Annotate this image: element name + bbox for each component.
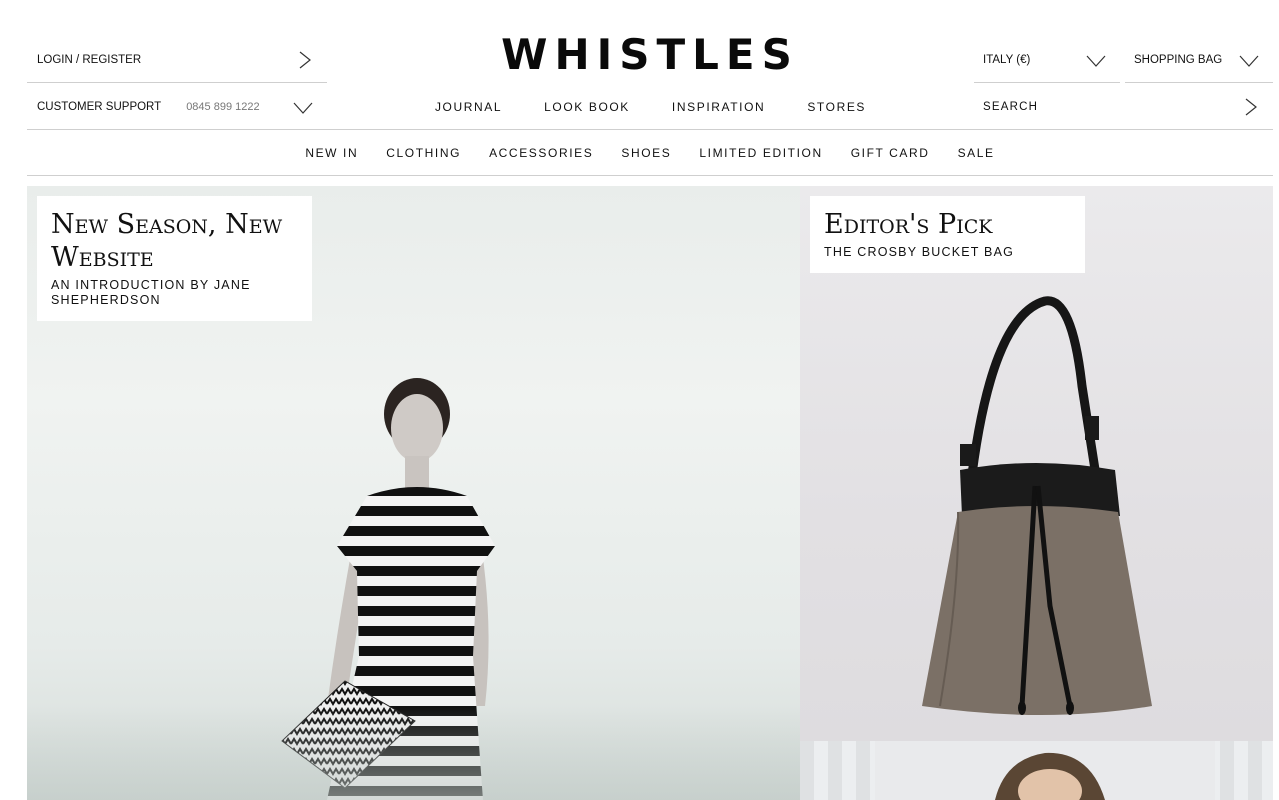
editors-pick-title: Editor's Pick — [824, 209, 993, 240]
nav-journal[interactable]: JOURNAL — [435, 100, 502, 114]
secondary-nav: JOURNAL LOOK BOOK INSPIRATION STORES — [327, 84, 974, 130]
new-season-card[interactable]: New Season, New Website AN INTRODUCTION … — [37, 196, 312, 321]
login-register-link[interactable]: LOGIN / REGISTER — [27, 37, 327, 83]
hero-bottom-teaser[interactable] — [800, 741, 1273, 800]
nav-gift-card[interactable]: GIFT CARD — [851, 146, 930, 160]
customer-support-dropdown[interactable]: CUSTOMER SUPPORT 0845 899 1222 — [27, 84, 327, 130]
editors-pick-subtitle: THE CROSBY BUCKET BAG — [824, 245, 1015, 259]
chevron-down-icon — [293, 102, 313, 114]
chevron-right-icon — [299, 51, 311, 69]
new-season-subtitle: AN INTRODUCTION BY JANE SHEPHERDSON — [51, 278, 251, 307]
chevron-down-icon — [1239, 55, 1259, 67]
main-nav: NEW IN CLOTHING ACCESSORIES SHOES LIMITE… — [27, 131, 1273, 176]
chevron-down-icon — [1086, 55, 1106, 67]
nav-look-book[interactable]: LOOK BOOK — [544, 100, 630, 114]
nav-stores[interactable]: STORES — [807, 100, 866, 114]
nav-shoes[interactable]: SHOES — [621, 146, 671, 160]
nav-clothing[interactable]: CLOTHING — [386, 146, 461, 160]
support-phone: 0845 899 1222 — [186, 100, 260, 113]
model-portrait-photo — [875, 741, 1215, 800]
login-register-label: LOGIN / REGISTER — [37, 53, 142, 66]
country-currency-selector[interactable]: ITALY (€) — [974, 37, 1120, 83]
editors-pick-card[interactable]: Editor's Pick THE CROSBY BUCKET BAG — [810, 196, 1085, 273]
nav-inspiration[interactable]: INSPIRATION — [672, 100, 765, 114]
shopping-bag-dropdown[interactable]: SHOPPING BAG — [1125, 37, 1273, 83]
nav-new-in[interactable]: NEW IN — [305, 146, 358, 160]
search-field[interactable]: SEARCH — [974, 84, 1273, 130]
background-fog — [27, 706, 800, 800]
whistles-logo[interactable]: WHISTLES — [480, 30, 820, 79]
nav-accessories[interactable]: ACCESSORIES — [489, 146, 593, 160]
hero-editors-pick[interactable]: Editor's Pick THE CROSBY BUCKET BAG — [800, 186, 1273, 741]
hero-new-season[interactable]: New Season, New Website AN INTRODUCTION … — [27, 186, 800, 800]
shopping-bag-label: SHOPPING BAG — [1134, 53, 1223, 66]
search-submit-chevron-icon[interactable] — [1243, 98, 1259, 116]
nav-limited-edition[interactable]: LIMITED EDITION — [699, 146, 822, 160]
nav-sale[interactable]: SALE — [958, 146, 995, 160]
country-currency-label: ITALY (€) — [983, 53, 1031, 66]
customer-support-label: CUSTOMER SUPPORT — [37, 100, 162, 113]
new-season-title: New Season, New Website — [51, 209, 283, 273]
search-input[interactable]: SEARCH — [983, 101, 1038, 113]
